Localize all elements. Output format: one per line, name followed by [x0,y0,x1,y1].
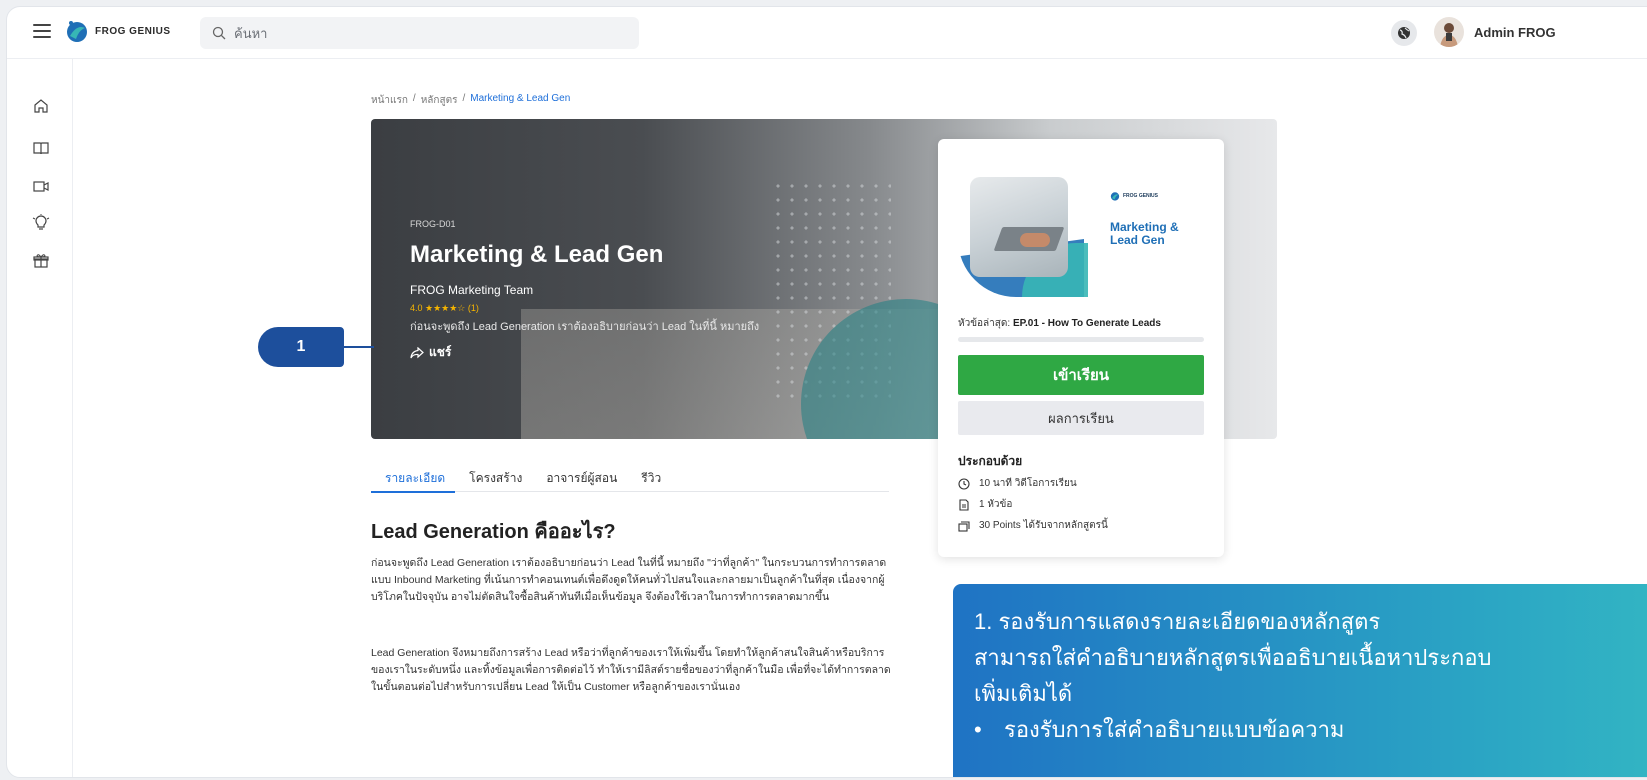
share-button[interactable]: แชร์ [410,343,810,362]
course-progress-bar [958,337,1204,342]
tab-reviews[interactable]: รีวิว [641,459,661,492]
language-globe-icon[interactable] [1391,20,1417,46]
tab-details[interactable]: รายละเอียด [370,459,456,493]
includes-topics: 1 หัวข้อ [979,499,1013,510]
latest-topic-value[interactable]: EP.01 - How To Generate Leads [1013,318,1161,329]
search-input[interactable] [234,25,614,41]
callout-line-1: 1. รองรับการแสดงรายละเอียดของหลักสูตร [974,609,1381,634]
includes-points: 30 Points ได้รับจากหลักสูตรนี้ [979,520,1108,531]
breadcrumb: หน้าแรก / หลักสูตร / Marketing & Lead Ge… [371,93,570,108]
breadcrumb-courses[interactable]: หลักสูตร [421,93,458,108]
includes-title: ประกอบด้วย [958,454,1023,468]
course-short-description: ก่อนจะพูดถึง Lead Generation เราต้องอธิบ… [410,321,760,333]
thumbnail-title: Marketing & Lead Gen [1110,221,1179,247]
sidebar [7,59,73,777]
enter-course-button[interactable]: เข้าเรียน [958,355,1204,395]
includes-item: 30 Points ได้รับจากหลักสูตรนี้ [958,515,1108,536]
thumbnail-brand: FROG GENIUS [1110,191,1158,201]
course-code: FROG-D01 [410,219,456,229]
annotation-connector [344,346,374,348]
latest-topic-label: หัวข้อล่าสุด: [958,318,1011,329]
article-title: Lead Generation คืออะไร? [371,521,616,543]
course-thumbnail: FROG GENIUS Marketing & Lead Gen [958,171,1204,299]
search-bar[interactable] [200,17,639,49]
gift-icon[interactable] [32,252,50,270]
article-paragraph-2: Lead Generation จึงหมายถึงการสร้าง Lead … [371,647,891,693]
lightbulb-icon[interactable] [32,214,50,232]
document-icon [959,498,969,511]
course-instructor-team: FROG Marketing Team [410,283,534,297]
tab-structure[interactable]: โครงสร้าง [469,459,522,492]
course-tabs: รายละเอียด โครงสร้าง อาจารย์ผู้สอน รีวิว [370,459,889,493]
breadcrumb-home[interactable]: หน้าแรก [371,93,408,108]
app-window: FROG GENIUS Admin FROG หน้าแรก / หลักสูต… [6,6,1647,778]
username[interactable]: Admin FROG [1474,25,1556,40]
course-enroll-card: FROG GENIUS Marketing & Lead Gen หัวข้อล… [938,139,1224,557]
results-button[interactable]: ผลการเรียน [958,401,1204,435]
thumbnail-brand-text: FROG GENIUS [1123,193,1159,199]
brand-name: FROG GENIUS [95,25,171,37]
points-stack-icon [958,520,970,532]
callout-bullet: รองรับการใส่คำอธิบายแบบข้อความ [974,712,1647,748]
callout-line-2: สามารถใส่คำอธิบายหลักสูตรเพื่ออธิบายเนื้… [974,645,1492,670]
breadcrumb-separator: / [412,93,416,104]
search-icon [212,26,226,40]
course-title: Marketing & Lead Gen [410,241,664,268]
callout-line-3: เพิ่มเติมได้ [974,681,1073,706]
home-icon[interactable] [32,97,50,115]
includes-list: 10 นาที วิดีโอการเรียน 1 หัวข้อ 30 Point… [958,473,1108,536]
thumbnail-title-line-2: Lead Gen [1110,233,1165,247]
includes-video-time: 10 นาที วิดีโอการเรียน [979,478,1077,489]
breadcrumb-current: Marketing & Lead Gen [470,93,571,104]
video-icon[interactable] [32,177,50,195]
thumbnail-photo [970,177,1068,277]
annotation-marker: 1 [258,327,344,367]
hamburger-menu-icon[interactable] [33,24,51,40]
avatar[interactable] [1434,17,1464,47]
frog-logo-icon [67,21,87,42]
article-paragraph-1: ก่อนจะพูดถึง Lead Generation เราต้องอธิบ… [371,557,887,603]
latest-topic: หัวข้อล่าสุด: EP.01 - How To Generate Le… [958,316,1161,331]
book-icon[interactable] [32,139,50,157]
includes-item: 10 นาที วิดีโอการเรียน [958,473,1108,494]
frog-logo-icon [1110,192,1120,201]
course-rating: 4.0 ★★★★☆ (1) [410,303,479,313]
hero-content: FROG-D01 Marketing & Lead Gen FROG Marke… [410,219,810,362]
top-bar: FROG GENIUS Admin FROG [7,7,1647,59]
share-label: แชร์ [429,345,452,359]
feature-callout-panel: 1. รองรับการแสดงรายละเอียดของหลักสูตร สา… [953,584,1647,777]
includes-item: 1 หัวข้อ [958,494,1108,515]
breadcrumb-separator: / [462,93,466,104]
share-icon [410,346,424,358]
brand[interactable]: FROG GENIUS [65,19,171,43]
clock-icon [958,477,970,490]
tab-instructor[interactable]: อาจารย์ผู้สอน [546,459,617,492]
